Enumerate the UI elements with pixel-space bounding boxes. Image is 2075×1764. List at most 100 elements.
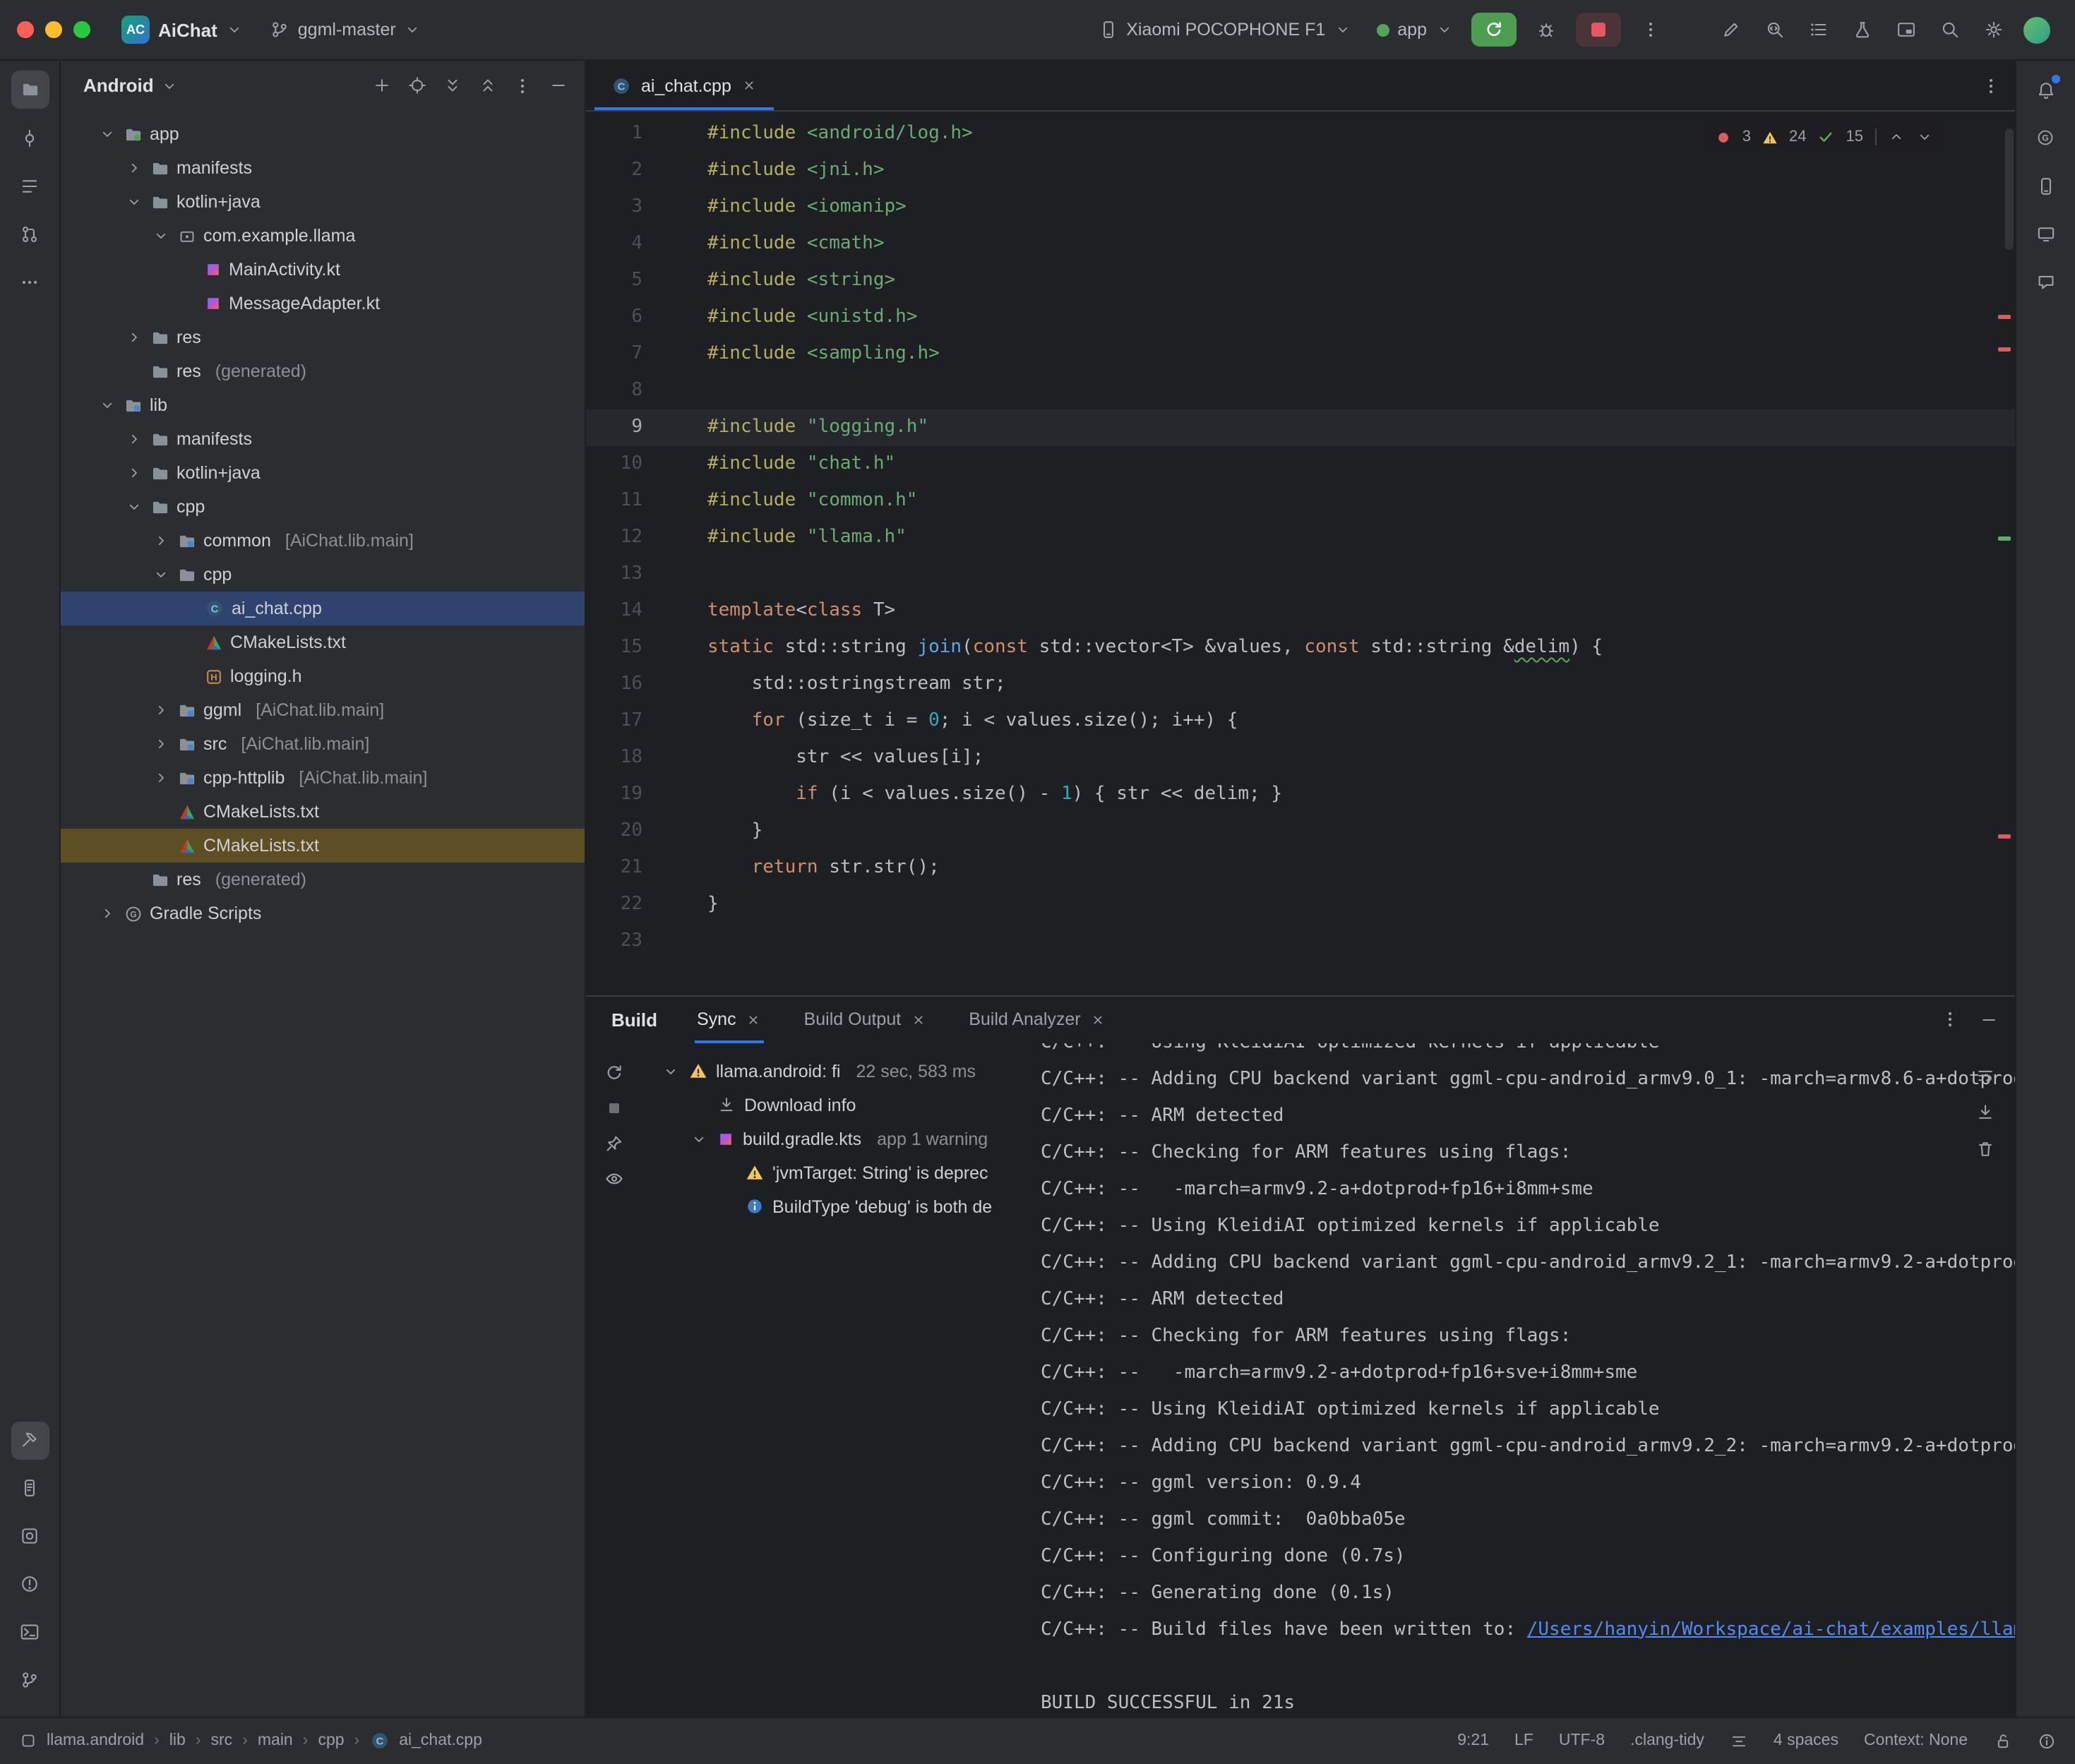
chevron-down-icon[interactable] <box>690 1130 709 1147</box>
build-tab-build-output[interactable]: Build Output <box>801 996 930 1043</box>
line-number[interactable]: 5 <box>586 263 676 299</box>
code-editor[interactable]: 1#include <android/log.h>2#include <jni.… <box>586 112 2014 995</box>
line-number[interactable]: 8 <box>586 373 676 409</box>
line-number[interactable]: 13 <box>586 556 676 593</box>
editor-scrollbar[interactable] <box>2004 128 2013 250</box>
chevron-right-icon[interactable] <box>153 702 171 719</box>
previous-problem-icon[interactable] <box>1887 128 1904 145</box>
expand-all-button[interactable] <box>436 70 467 101</box>
vcs-branch-widget[interactable]: ggml-master <box>263 16 429 44</box>
ai-assistant-tool-button[interactable] <box>2026 263 2064 301</box>
line-number[interactable]: 19 <box>586 776 676 813</box>
tree-item-res[interactable]: res <box>61 320 585 354</box>
line-number[interactable]: 10 <box>586 446 676 483</box>
line-number[interactable]: 7 <box>586 336 676 373</box>
select-opened-file-button[interactable] <box>401 70 432 101</box>
code-line-10[interactable]: 10#include "chat.h" <box>586 446 2014 483</box>
line-number[interactable]: 9 <box>586 409 676 446</box>
code-line-11[interactable]: 11#include "common.h" <box>586 483 2014 520</box>
tree-item-cmakelists-txt[interactable]: CMakeLists.txt <box>61 625 585 659</box>
more-run-actions-button[interactable] <box>1632 11 1668 48</box>
line-number[interactable]: 11 <box>586 483 676 520</box>
app-inspection-tool-button[interactable] <box>11 1517 49 1555</box>
editor-tabs-options-icon[interactable] <box>1980 76 2000 95</box>
tree-item-res[interactable]: res(generated) <box>61 863 585 896</box>
line-number[interactable]: 2 <box>586 152 676 189</box>
rerun-build-icon[interactable] <box>604 1062 624 1082</box>
build-tab-sync[interactable]: Sync <box>694 996 765 1043</box>
close-icon[interactable] <box>741 78 757 93</box>
code-line-2[interactable]: 2#include <jni.h> <box>586 152 2014 189</box>
project-view-selector[interactable]: Android <box>83 75 154 96</box>
line-number[interactable]: 12 <box>586 520 676 556</box>
line-number[interactable]: 6 <box>586 299 676 336</box>
file-encoding-widget[interactable]: UTF-8 <box>1559 1732 1605 1749</box>
gradle-tool-button[interactable]: G <box>2026 119 2064 157</box>
breadcrumb-lib[interactable]: lib <box>169 1732 186 1749</box>
code-line-8[interactable]: 8 <box>586 373 2014 409</box>
close-icon[interactable] <box>1091 1012 1106 1027</box>
line-number[interactable]: 21 <box>586 850 676 887</box>
close-icon[interactable] <box>911 1012 926 1027</box>
settings-button[interactable] <box>1975 11 2011 48</box>
line-number[interactable]: 3 <box>586 189 676 226</box>
close-window-button[interactable] <box>17 21 34 38</box>
chevron-right-icon[interactable] <box>126 160 144 176</box>
build-tree-item-llama-android-fi[interactable]: llama.android: fi22 sec, 583 ms <box>642 1054 1027 1088</box>
chevron-down-icon[interactable] <box>99 126 117 143</box>
build-tree-item-download-info[interactable]: Download info <box>642 1088 1027 1122</box>
clang-tidy-widget[interactable]: .clang-tidy <box>1630 1732 1704 1749</box>
error-stripe-mark[interactable] <box>1997 347 2010 352</box>
line-number[interactable]: 23 <box>586 923 676 960</box>
tree-item-com-example-llama[interactable]: com.example.llama <box>61 219 585 253</box>
console-link[interactable]: /Users/hanyin/Workspace/ai-chat/examples… <box>1527 1619 2014 1640</box>
show-warnings-icon[interactable] <box>604 1168 624 1188</box>
chevron-right-icon[interactable] <box>153 532 171 549</box>
chevron-right-icon[interactable] <box>126 329 144 346</box>
build-tree-item-buildtype-debug-is-both-de[interactable]: BuildType 'debug' is both de <box>642 1189 1027 1223</box>
code-line-9[interactable]: 9#include "logging.h" <box>586 409 2014 446</box>
tree-item-manifests[interactable]: manifests <box>61 422 585 456</box>
chevron-right-icon[interactable] <box>99 905 117 922</box>
run-configuration-selector[interactable]: app <box>1369 16 1459 44</box>
ai-context-widget[interactable]: Context: None <box>1864 1732 1968 1749</box>
breadcrumb-ai-chat-cpp[interactable]: ai_chat.cpp <box>399 1732 482 1749</box>
tree-item-ai-chat-cpp[interactable]: Cai_chat.cpp <box>61 592 585 625</box>
device-selector[interactable]: Xiaomi POCOPHONE F1 <box>1091 16 1358 44</box>
code-line-3[interactable]: 3#include <iomanip> <box>586 189 2014 226</box>
hide-build-panel-icon[interactable] <box>1979 1009 1997 1029</box>
stop-button[interactable] <box>1575 13 1620 47</box>
code-line-6[interactable]: 6#include <unistd.h> <box>586 299 2014 336</box>
code-line-22[interactable]: 22} <box>586 887 2014 923</box>
pull-requests-tool-button[interactable] <box>11 215 49 253</box>
project-options-button[interactable] <box>507 70 538 101</box>
chevron-down-icon[interactable] <box>153 566 171 583</box>
build-console[interactable]: C/C++: -- Using KleidiAI optimized kerne… <box>1027 1043 2014 1716</box>
version-control-tool-button[interactable] <box>11 1661 49 1699</box>
pin-icon[interactable] <box>604 1133 624 1153</box>
code-line-12[interactable]: 12#include "llama.h" <box>586 520 2014 556</box>
line-number[interactable]: 14 <box>586 593 676 630</box>
chevron-right-icon[interactable] <box>153 769 171 786</box>
build-tree-item-jvmtarget-string-is-deprec[interactable]: 'jvmTarget: String' is deprec <box>642 1156 1027 1189</box>
stop-build-icon[interactable] <box>604 1098 624 1117</box>
error-stripe-mark[interactable] <box>1997 834 2010 839</box>
chevron-right-icon[interactable] <box>153 736 171 752</box>
tree-item-lib[interactable]: lib <box>61 388 585 422</box>
todo-list-button[interactable] <box>1800 11 1836 48</box>
lock-open-icon[interactable] <box>1993 1732 2011 1750</box>
formatter-icon[interactable] <box>1730 1732 1748 1750</box>
indent-style-widget[interactable]: 4 spaces <box>1774 1732 1838 1749</box>
error-stripe-mark[interactable] <box>1997 315 2010 319</box>
tree-item-mainactivity-kt[interactable]: MainActivity.kt <box>61 253 585 287</box>
tree-item-res[interactable]: res(generated) <box>61 354 585 388</box>
breadcrumb-cpp[interactable]: cpp <box>318 1732 344 1749</box>
code-line-18[interactable]: 18 str << values[i]; <box>586 740 2014 776</box>
editor-tab-ai-chat-cpp[interactable]: C ai_chat.cpp <box>594 61 774 110</box>
line-number[interactable]: 18 <box>586 740 676 776</box>
chevron-right-icon[interactable] <box>126 431 144 448</box>
chevron-down-icon[interactable] <box>99 397 117 414</box>
code-line-5[interactable]: 5#include <string> <box>586 263 2014 299</box>
build-tool-button[interactable] <box>11 1421 49 1459</box>
tree-item-manifests[interactable]: manifests <box>61 151 585 185</box>
